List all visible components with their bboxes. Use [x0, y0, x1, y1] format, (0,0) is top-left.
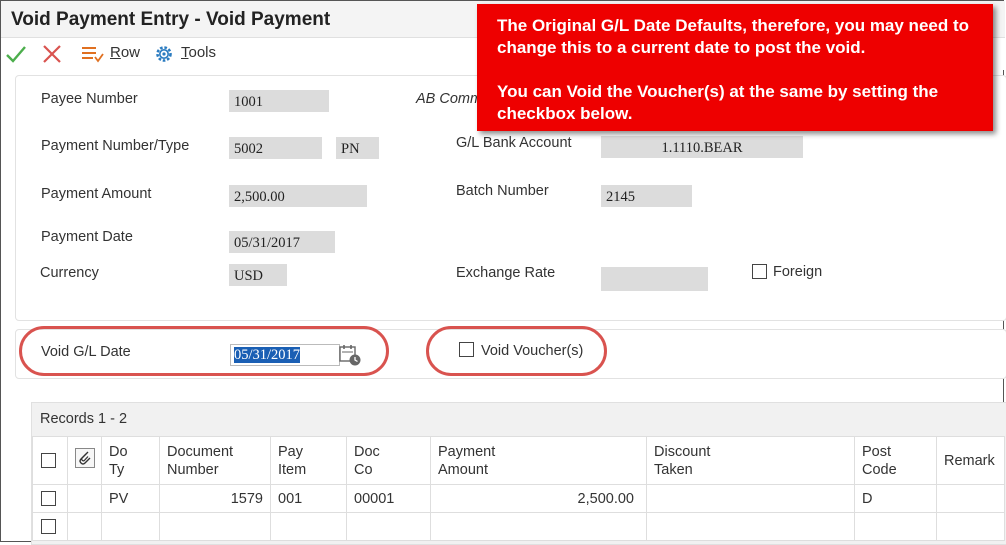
- column-header-document-number[interactable]: Document Number: [159, 436, 271, 485]
- payment-amount-label: Payment Amount: [41, 186, 152, 202]
- payee-number-field[interactable]: 1001: [229, 90, 329, 112]
- annotation-callout: The Original G/L Date Defaults, therefor…: [477, 4, 993, 131]
- cell-pay-item[interactable]: [270, 512, 347, 541]
- batch-number-field[interactable]: 2145: [601, 185, 692, 207]
- gl-bank-account-label: G/L Bank Account: [456, 135, 572, 151]
- gear-icon: [156, 46, 172, 62]
- select-all-checkbox[interactable]: [41, 453, 56, 468]
- row-menu-icon: [82, 47, 104, 63]
- tools-menu-label: Tools: [181, 44, 217, 61]
- cell-discount-taken[interactable]: [646, 512, 855, 541]
- attachment-column: [67, 436, 102, 485]
- payment-number-type-label: Payment Number/Type: [41, 138, 190, 154]
- row-attachment-cell: [67, 484, 102, 513]
- cell-doc-co[interactable]: 00001: [346, 484, 431, 513]
- foreign-label: Foreign: [773, 264, 823, 280]
- currency-field[interactable]: USD: [229, 264, 287, 286]
- detail-grid-section: Records 1 - 2 Do Ty Document Number Pay Ite…: [31, 402, 1006, 545]
- records-count: Records 1 - 2: [40, 411, 128, 427]
- gl-bank-account-field[interactable]: 1.1110.BEAR: [601, 136, 803, 158]
- void-vouchers-highlight: [426, 326, 607, 376]
- payee-number-label: Payee Number: [41, 91, 138, 107]
- cell-payment-amount[interactable]: [430, 512, 647, 541]
- column-header-doc-co[interactable]: Doc Co: [346, 436, 431, 485]
- paperclip-icon[interactable]: [75, 448, 95, 468]
- row-select-cell: [32, 484, 68, 513]
- cell-payment-amount[interactable]: 2,500.00: [430, 484, 647, 513]
- column-header-pay-item[interactable]: Pay Item: [270, 436, 347, 485]
- cell-document-number[interactable]: 1579: [159, 484, 271, 513]
- select-all-cell: [32, 436, 68, 485]
- payment-number-field[interactable]: 5002: [229, 137, 322, 159]
- row-select-cell: [32, 512, 68, 541]
- payment-amount-field[interactable]: 2,500.00: [229, 185, 367, 207]
- cell-post-code[interactable]: D: [854, 484, 937, 513]
- cell-doc-co[interactable]: [346, 512, 431, 541]
- grid-header-row: Do Ty Document Number Pay Item Doc Co Paymen…: [32, 436, 1005, 485]
- column-header-post-code[interactable]: Post Code: [854, 436, 937, 485]
- window-frame: Void Payment Entry - Void Payment Row To…: [0, 0, 1006, 545]
- row-attachment-cell: [67, 512, 102, 541]
- exchange-rate-label: Exchange Rate: [456, 265, 556, 281]
- cell-remark[interactable]: [936, 512, 1005, 541]
- cell-pay-item[interactable]: 001: [270, 484, 347, 513]
- cell-do-ty[interactable]: [101, 512, 160, 541]
- callout-text-gl-date: The Original G/L Date Defaults, therefor…: [497, 16, 970, 57]
- window-title: Void Payment Entry - Void Payment: [11, 9, 331, 30]
- payee-name: AB Comm: [416, 91, 483, 107]
- cell-discount-taken[interactable]: [646, 484, 855, 513]
- payment-date-label: Payment Date: [41, 229, 133, 245]
- detail-grid: Do Ty Document Number Pay Item Doc Co Paymen…: [32, 436, 1005, 541]
- payment-date-field[interactable]: 05/31/2017: [229, 231, 335, 253]
- cell-document-number[interactable]: [159, 512, 271, 541]
- row-select-checkbox[interactable]: [41, 519, 56, 534]
- currency-label: Currency: [40, 265, 99, 281]
- payment-type-field[interactable]: PN: [336, 137, 379, 159]
- checkmark-icon[interactable]: [5, 42, 27, 66]
- cell-do-ty[interactable]: PV: [101, 484, 160, 513]
- exchange-rate-field[interactable]: [601, 267, 708, 291]
- column-header-do-ty[interactable]: Do Ty: [101, 436, 160, 485]
- row-menu-label: Row: [110, 44, 141, 61]
- table-row[interactable]: PV 1579 001 00001 2,500.00 D: [32, 484, 1005, 513]
- cell-post-code[interactable]: [854, 512, 937, 541]
- void-gl-date-highlight: [19, 326, 389, 376]
- column-header-discount-taken[interactable]: Discount Taken: [646, 436, 855, 485]
- row-select-checkbox[interactable]: [41, 491, 56, 506]
- column-header-remark[interactable]: Remark: [936, 436, 1005, 485]
- x-icon[interactable]: [41, 42, 63, 66]
- column-header-payment-amount[interactable]: Payment Amount: [430, 436, 647, 485]
- cell-remark[interactable]: [936, 484, 1005, 513]
- table-row[interactable]: [32, 512, 1005, 541]
- callout-text-void-vouchers: You can Void the Voucher(s) at the same …: [497, 82, 939, 123]
- batch-number-label: Batch Number: [456, 183, 549, 199]
- foreign-checkbox[interactable]: [752, 264, 767, 279]
